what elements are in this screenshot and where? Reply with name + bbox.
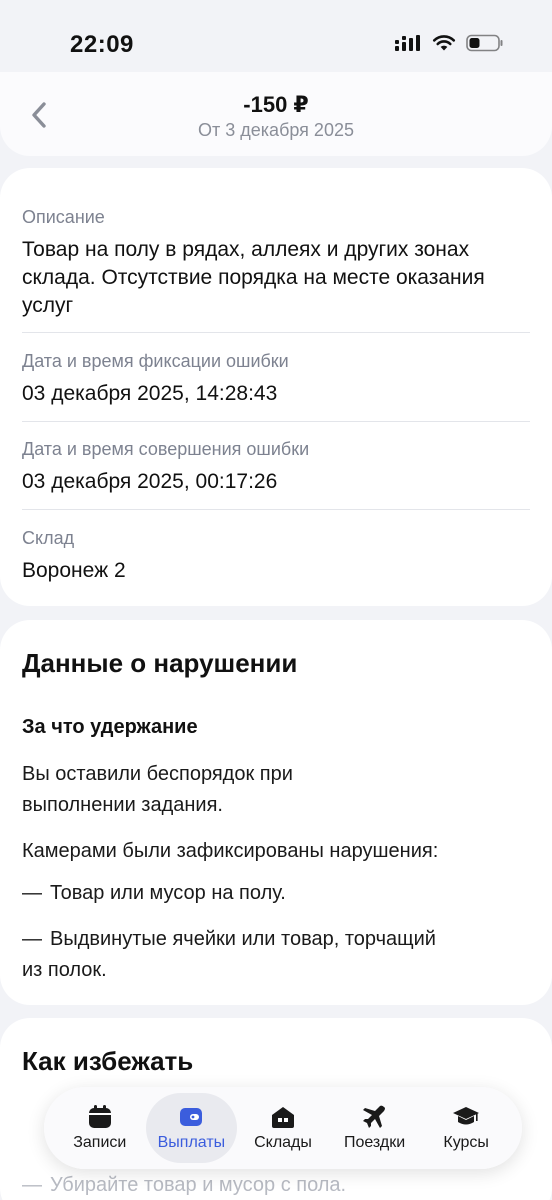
nav-label: Поездки bbox=[343, 1134, 406, 1151]
violation-paragraph: Вы оставили беспорядок при выполнении за… bbox=[22, 759, 512, 821]
wifi-icon bbox=[432, 35, 456, 51]
violation-time-label: Дата и время совершения ошибки bbox=[22, 439, 310, 459]
cameras-paragraph: Камерами были зафиксированы нарушения: bbox=[22, 840, 439, 862]
how-to-avoid-text: Убирайте товар и мусор с пола. bbox=[50, 1174, 347, 1196]
warehouse-icon bbox=[271, 1107, 294, 1128]
violation-paragraph-line: выполнении задания. bbox=[22, 794, 223, 816]
violation-list-text: из полок. bbox=[22, 959, 107, 981]
divider bbox=[22, 421, 530, 422]
warehouse-value: Воронеж 2 bbox=[22, 559, 126, 582]
page-subtitle: От 3 декабря 2025 bbox=[198, 120, 354, 140]
signal-icon bbox=[395, 35, 420, 51]
bottom-navigation: Записи Выплаты Склады Поездки Курсы bbox=[44, 1087, 522, 1169]
airplane-icon bbox=[362, 1105, 385, 1128]
fixation-time-label: Дата и время фиксации ошибки bbox=[22, 351, 289, 371]
fixation-time-block: Дата и время фиксации ошибки 03 декабря … bbox=[22, 350, 530, 408]
nav-item-payouts[interactable]: Выплаты bbox=[145, 1093, 238, 1163]
divider bbox=[22, 332, 530, 333]
violation-time-block: Дата и время совершения ошибки 03 декабр… bbox=[22, 438, 530, 496]
list-dash: — bbox=[22, 1174, 42, 1196]
page-title: -150 ₽ bbox=[243, 92, 309, 117]
nav-label: Выплаты bbox=[157, 1134, 226, 1151]
nav-item-warehouses[interactable]: Склады bbox=[237, 1093, 329, 1163]
nav-item-trips[interactable]: Поездки bbox=[329, 1093, 421, 1163]
violation-time-value: 03 декабря 2025, 00:17:26 bbox=[22, 470, 278, 493]
calendar-icon bbox=[88, 1105, 111, 1128]
description-block: Описание Товар на полу в рядах, аллеях и… bbox=[22, 206, 530, 320]
fixation-time-value: 03 декабря 2025, 14:28:43 bbox=[22, 382, 278, 405]
violation-list-item: — Товар или мусор на полу. bbox=[22, 878, 512, 909]
violation-card: Данные о нарушении За что удержание Вы о… bbox=[0, 620, 552, 1005]
list-dash: — bbox=[22, 928, 42, 950]
battery-icon bbox=[466, 34, 503, 52]
nav-item-records[interactable]: Записи bbox=[54, 1093, 146, 1163]
payout-detail-screen: 22:09 -150 ₽ От 3 декабря 2025 Описание … bbox=[0, 0, 552, 1200]
nav-item-courses[interactable]: Курсы bbox=[420, 1093, 512, 1163]
header: -150 ₽ От 3 декабря 2025 bbox=[0, 72, 552, 156]
violation-list-text: Выдвинутые ячейки или товар, торчащий bbox=[50, 928, 436, 950]
nav-label: Записи bbox=[73, 1134, 127, 1151]
violation-list-item: — Выдвинутые ячейки или товар, торчащий и… bbox=[22, 924, 512, 986]
deduction-reason-title: За что удержание bbox=[22, 716, 198, 738]
graduation-cap-icon bbox=[453, 1107, 480, 1125]
wallet-icon bbox=[180, 1108, 203, 1126]
status-time: 22:09 bbox=[70, 31, 134, 58]
details-card: Описание Товар на полу в рядах, аллеях и… bbox=[0, 168, 552, 606]
list-dash: — bbox=[22, 882, 42, 904]
how-to-avoid-item: — Убирайте товар и мусор с пола. bbox=[22, 1174, 346, 1197]
status-icons bbox=[394, 34, 504, 52]
nav-label: Склады bbox=[254, 1134, 312, 1151]
warehouse-label: Склад bbox=[22, 528, 75, 548]
divider bbox=[22, 509, 530, 510]
description-label: Описание bbox=[22, 207, 105, 227]
nav-label: Курсы bbox=[443, 1134, 489, 1151]
violation-paragraph-line: Вы оставили беспорядок при bbox=[22, 763, 293, 785]
violation-title: Данные о нарушении bbox=[22, 648, 298, 678]
violation-list-text: Товар или мусор на полу. bbox=[50, 882, 286, 904]
warehouse-block: Склад Воронеж 2 bbox=[22, 527, 530, 585]
how-to-avoid-title: Как избежать bbox=[22, 1046, 194, 1076]
description-value: Товар на полу в рядах, аллеях и других з… bbox=[22, 238, 485, 317]
